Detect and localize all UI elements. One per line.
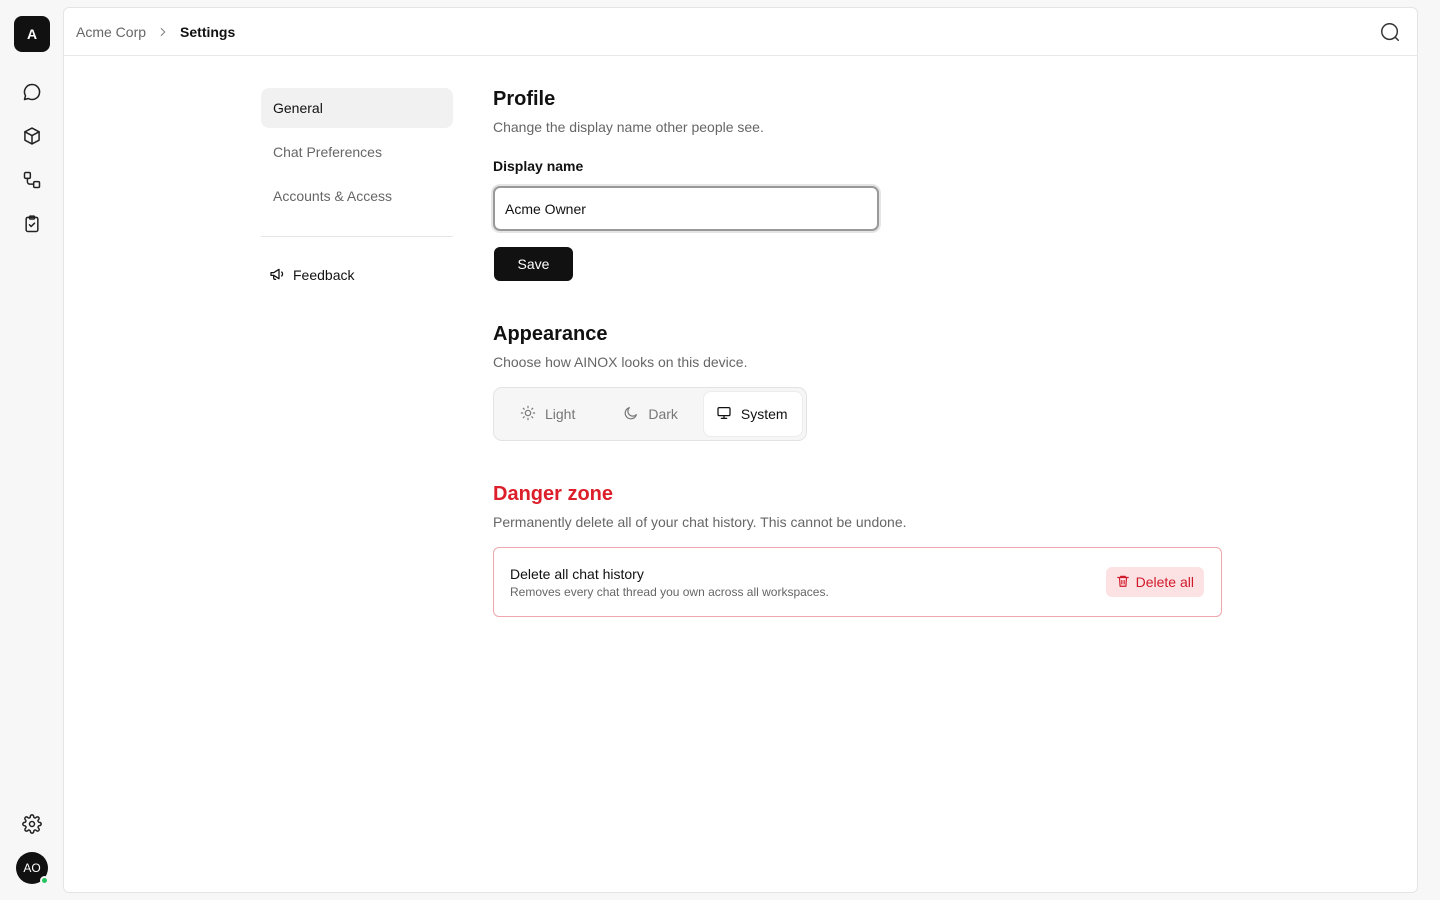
clipboard-check-icon[interactable]: [20, 212, 44, 236]
theme-system-label: System: [740, 406, 788, 422]
theme-light-option[interactable]: Light: [498, 392, 597, 436]
breadcrumb-parent[interactable]: Acme Corp: [76, 24, 146, 40]
save-button[interactable]: Save: [494, 247, 573, 281]
app-rail: A AO: [0, 0, 63, 900]
settings-content: Profile Change the display name other pe…: [493, 88, 1253, 617]
chat-icon[interactable]: [20, 80, 44, 104]
workspace-badge[interactable]: A: [14, 16, 50, 52]
danger-zone-title: Danger zone: [493, 483, 614, 505]
theme-light-label: Light: [545, 406, 576, 422]
delete-all-button[interactable]: Delete all: [1105, 567, 1204, 597]
danger-zone-section: Danger zone Permanently delete all of yo…: [493, 483, 1253, 617]
display-name-label: Display name: [493, 158, 584, 174]
cube-icon[interactable]: [20, 124, 44, 148]
settings-nav-accounts-access[interactable]: Accounts & Access: [261, 176, 453, 216]
danger-zone-description: Permanently delete all of your chat hist…: [493, 514, 907, 530]
profile-section: Profile Change the display name other pe…: [493, 88, 1253, 281]
megaphone-icon: [269, 266, 285, 285]
appearance-section: Appearance Choose how AINOX looks on thi…: [493, 323, 1253, 441]
appearance-description: Choose how AINOX looks on this device.: [493, 354, 748, 370]
theme-dark-label: Dark: [648, 406, 678, 422]
search-icon[interactable]: [1379, 21, 1401, 43]
chevron-right-icon: [156, 25, 170, 39]
breadcrumb: Acme Corp Settings: [76, 8, 235, 56]
delete-history-subtitle: Removes every chat thread you own across…: [510, 585, 829, 599]
online-status-dot: [40, 876, 49, 885]
nav-divider: [261, 236, 453, 237]
breadcrumb-current: Settings: [180, 24, 236, 40]
delete-history-title: Delete all chat history: [510, 566, 644, 582]
profile-title: Profile: [493, 88, 556, 110]
display-name-input[interactable]: [493, 186, 879, 231]
top-bar: Acme Corp Settings: [64, 8, 1417, 56]
theme-system-option[interactable]: System: [703, 392, 802, 436]
monitor-icon: [716, 405, 732, 424]
gear-icon[interactable]: [20, 812, 44, 836]
feedback-label: Feedback: [293, 267, 355, 283]
appearance-title: Appearance: [493, 323, 608, 345]
settings-nav-chat-preferences[interactable]: Chat Preferences: [261, 132, 453, 172]
theme-selector: Light Dark System: [493, 387, 807, 441]
theme-dark-option[interactable]: Dark: [601, 392, 700, 436]
trash-icon: [1116, 574, 1130, 591]
settings-nav: General Chat Preferences Accounts & Acce…: [261, 88, 453, 293]
settings-nav-general[interactable]: General: [261, 88, 453, 128]
delete-all-label: Delete all: [1135, 574, 1194, 590]
feedback-link[interactable]: Feedback: [261, 257, 453, 293]
workflow-icon[interactable]: [20, 168, 44, 192]
main-panel: Acme Corp Settings General Chat Preferen…: [63, 7, 1418, 893]
delete-history-card: Delete all chat history Removes every ch…: [493, 547, 1222, 617]
profile-description: Change the display name other people see…: [493, 119, 764, 135]
sun-icon: [520, 405, 536, 424]
moon-icon: [623, 405, 639, 424]
